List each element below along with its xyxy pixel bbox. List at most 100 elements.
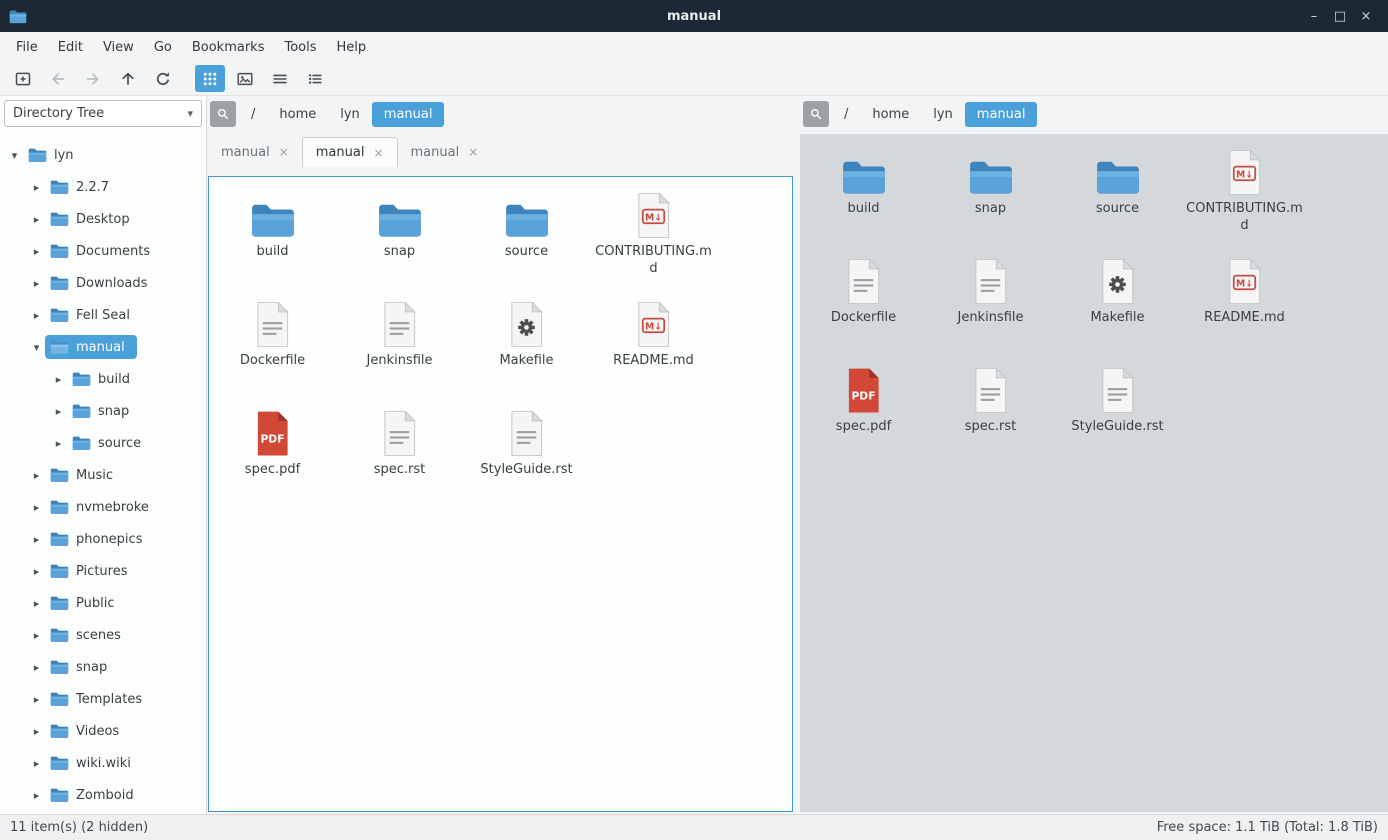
expander-icon[interactable]: ▸ <box>28 693 45 706</box>
Jenkinsfile[interactable]: Jenkinsfile <box>336 294 463 403</box>
expander-icon[interactable]: ▸ <box>28 597 45 610</box>
tab-close-button[interactable]: × <box>279 145 289 159</box>
filter-button[interactable] <box>803 101 829 127</box>
back-button[interactable] <box>43 65 73 92</box>
breadcrumb-item[interactable]: home <box>267 102 328 127</box>
tree-item[interactable]: ▾ lyn <box>0 139 206 171</box>
expander-icon[interactable]: ▸ <box>28 757 45 770</box>
menu-item[interactable]: Help <box>327 36 377 59</box>
right-file-view[interactable]: build snap source M↓ CONTRIBUTING.md Doc… <box>800 134 1388 812</box>
tree-item[interactable]: ▸ 2.2.7 <box>0 171 206 203</box>
Dockerfile[interactable]: Dockerfile <box>800 251 927 360</box>
detailed-view-button[interactable] <box>300 65 330 92</box>
breadcrumb-item[interactable]: / <box>832 102 860 127</box>
expander-icon[interactable]: ▸ <box>50 437 67 450</box>
expander-icon[interactable]: ▸ <box>28 789 45 802</box>
filter-button[interactable] <box>210 101 236 127</box>
tree-item[interactable]: ▸ snap <box>0 395 206 427</box>
tree-item[interactable]: ▸ Pictures <box>0 555 206 587</box>
tree-item[interactable]: ▸ Videos <box>0 715 206 747</box>
CONTRIBUTING.md[interactable]: M↓ CONTRIBUTING.md <box>590 185 717 294</box>
tree-item[interactable]: ▸ Downloads <box>0 267 206 299</box>
expander-icon[interactable]: ▾ <box>28 341 45 354</box>
tree-item[interactable]: ▸ Documents <box>0 235 206 267</box>
expander-icon[interactable]: ▸ <box>28 245 45 258</box>
breadcrumb-item[interactable]: manual <box>965 102 1038 127</box>
menu-item[interactable]: File <box>6 36 48 59</box>
tree-item[interactable]: ▸ source <box>0 427 206 459</box>
tab-manual[interactable]: manual × <box>208 137 302 167</box>
tree-item[interactable]: ▸ snap <box>0 651 206 683</box>
maximize-button[interactable]: □ <box>1328 9 1352 24</box>
minimize-button[interactable]: – <box>1302 9 1326 24</box>
spec.rst[interactable]: spec.rst <box>336 403 463 512</box>
spec.pdf[interactable]: PDF spec.pdf <box>800 360 927 469</box>
directory-tree[interactable]: ▾ lyn ▸ 2.2.7 ▸ <box>0 139 206 814</box>
icon-view-button[interactable] <box>195 65 225 92</box>
expander-icon[interactable]: ▸ <box>28 469 45 482</box>
expander-icon[interactable]: ▸ <box>28 309 45 322</box>
expander-icon[interactable]: ▸ <box>28 533 45 546</box>
snap[interactable]: snap <box>927 142 1054 251</box>
tree-item[interactable]: ▸ Templates <box>0 683 206 715</box>
breadcrumb-item[interactable]: manual <box>372 102 445 127</box>
tab-manual[interactable]: manual × <box>302 137 398 167</box>
build[interactable]: build <box>209 185 336 294</box>
StyleGuide.rst[interactable]: StyleGuide.rst <box>1054 360 1181 469</box>
forward-button[interactable] <box>78 65 108 92</box>
expander-icon[interactable]: ▸ <box>28 501 45 514</box>
snap[interactable]: snap <box>336 185 463 294</box>
refresh-button[interactable] <box>148 65 178 92</box>
breadcrumb-item[interactable]: lyn <box>328 102 372 127</box>
tree-item[interactable]: ▾ manual <box>0 331 206 363</box>
tree-item[interactable]: ▸ scenes <box>0 619 206 651</box>
Dockerfile[interactable]: Dockerfile <box>209 294 336 403</box>
Jenkinsfile[interactable]: Jenkinsfile <box>927 251 1054 360</box>
tree-item[interactable]: ▸ wiki.wiki <box>0 747 206 779</box>
expander-icon[interactable]: ▾ <box>6 149 23 162</box>
README.md[interactable]: M↓ README.md <box>590 294 717 403</box>
CONTRIBUTING.md[interactable]: M↓ CONTRIBUTING.md <box>1181 142 1308 251</box>
spec.pdf[interactable]: PDF spec.pdf <box>209 403 336 512</box>
breadcrumb-item[interactable]: home <box>860 102 921 127</box>
up-button[interactable] <box>113 65 143 92</box>
expander-icon[interactable]: ▸ <box>28 725 45 738</box>
expander-icon[interactable]: ▸ <box>28 629 45 642</box>
tree-item[interactable]: ▸ Public <box>0 587 206 619</box>
expander-icon[interactable]: ▸ <box>50 405 67 418</box>
tree-item[interactable]: ▸ Desktop <box>0 203 206 235</box>
README.md[interactable]: M↓ README.md <box>1181 251 1308 360</box>
compact-view-button[interactable] <box>265 65 295 92</box>
spec.rst[interactable]: spec.rst <box>927 360 1054 469</box>
expander-icon[interactable]: ▸ <box>50 373 67 386</box>
expander-icon[interactable]: ▸ <box>28 181 45 194</box>
Makefile[interactable]: Makefile <box>463 294 590 403</box>
tree-item[interactable]: ▸ phonepics <box>0 523 206 555</box>
StyleGuide.rst[interactable]: StyleGuide.rst <box>463 403 590 512</box>
source[interactable]: source <box>463 185 590 294</box>
tree-item[interactable]: ▸ Fell Seal <box>0 299 206 331</box>
expander-icon[interactable]: ▸ <box>28 213 45 226</box>
breadcrumb-item[interactable]: lyn <box>921 102 965 127</box>
sidebar-mode-select[interactable]: Directory Tree ▾ <box>4 100 202 127</box>
titlebar[interactable]: manual – □ × <box>0 0 1388 32</box>
tab-close-button[interactable]: × <box>468 145 478 159</box>
menu-item[interactable]: Tools <box>274 36 326 59</box>
tree-item[interactable]: ▸ Zomboid <box>0 779 206 811</box>
breadcrumb-item[interactable]: / <box>239 102 267 127</box>
menu-item[interactable]: View <box>93 36 144 59</box>
tree-item[interactable]: ▸ Music <box>0 459 206 491</box>
expander-icon[interactable]: ▸ <box>28 661 45 674</box>
left-file-view[interactable]: build snap source M↓ CONTRIBUTING.md Doc… <box>208 176 793 812</box>
expander-icon[interactable]: ▸ <box>28 277 45 290</box>
menu-item[interactable]: Go <box>144 36 182 59</box>
tree-item[interactable]: ▸ build <box>0 363 206 395</box>
source[interactable]: source <box>1054 142 1181 251</box>
menu-item[interactable]: Edit <box>48 36 93 59</box>
menu-item[interactable]: Bookmarks <box>182 36 275 59</box>
Makefile[interactable]: Makefile <box>1054 251 1181 360</box>
thumbnail-view-button[interactable] <box>230 65 260 92</box>
tab-close-button[interactable]: × <box>373 146 383 160</box>
new-tab-button[interactable] <box>8 65 38 92</box>
tab-manual[interactable]: manual × <box>398 137 492 167</box>
